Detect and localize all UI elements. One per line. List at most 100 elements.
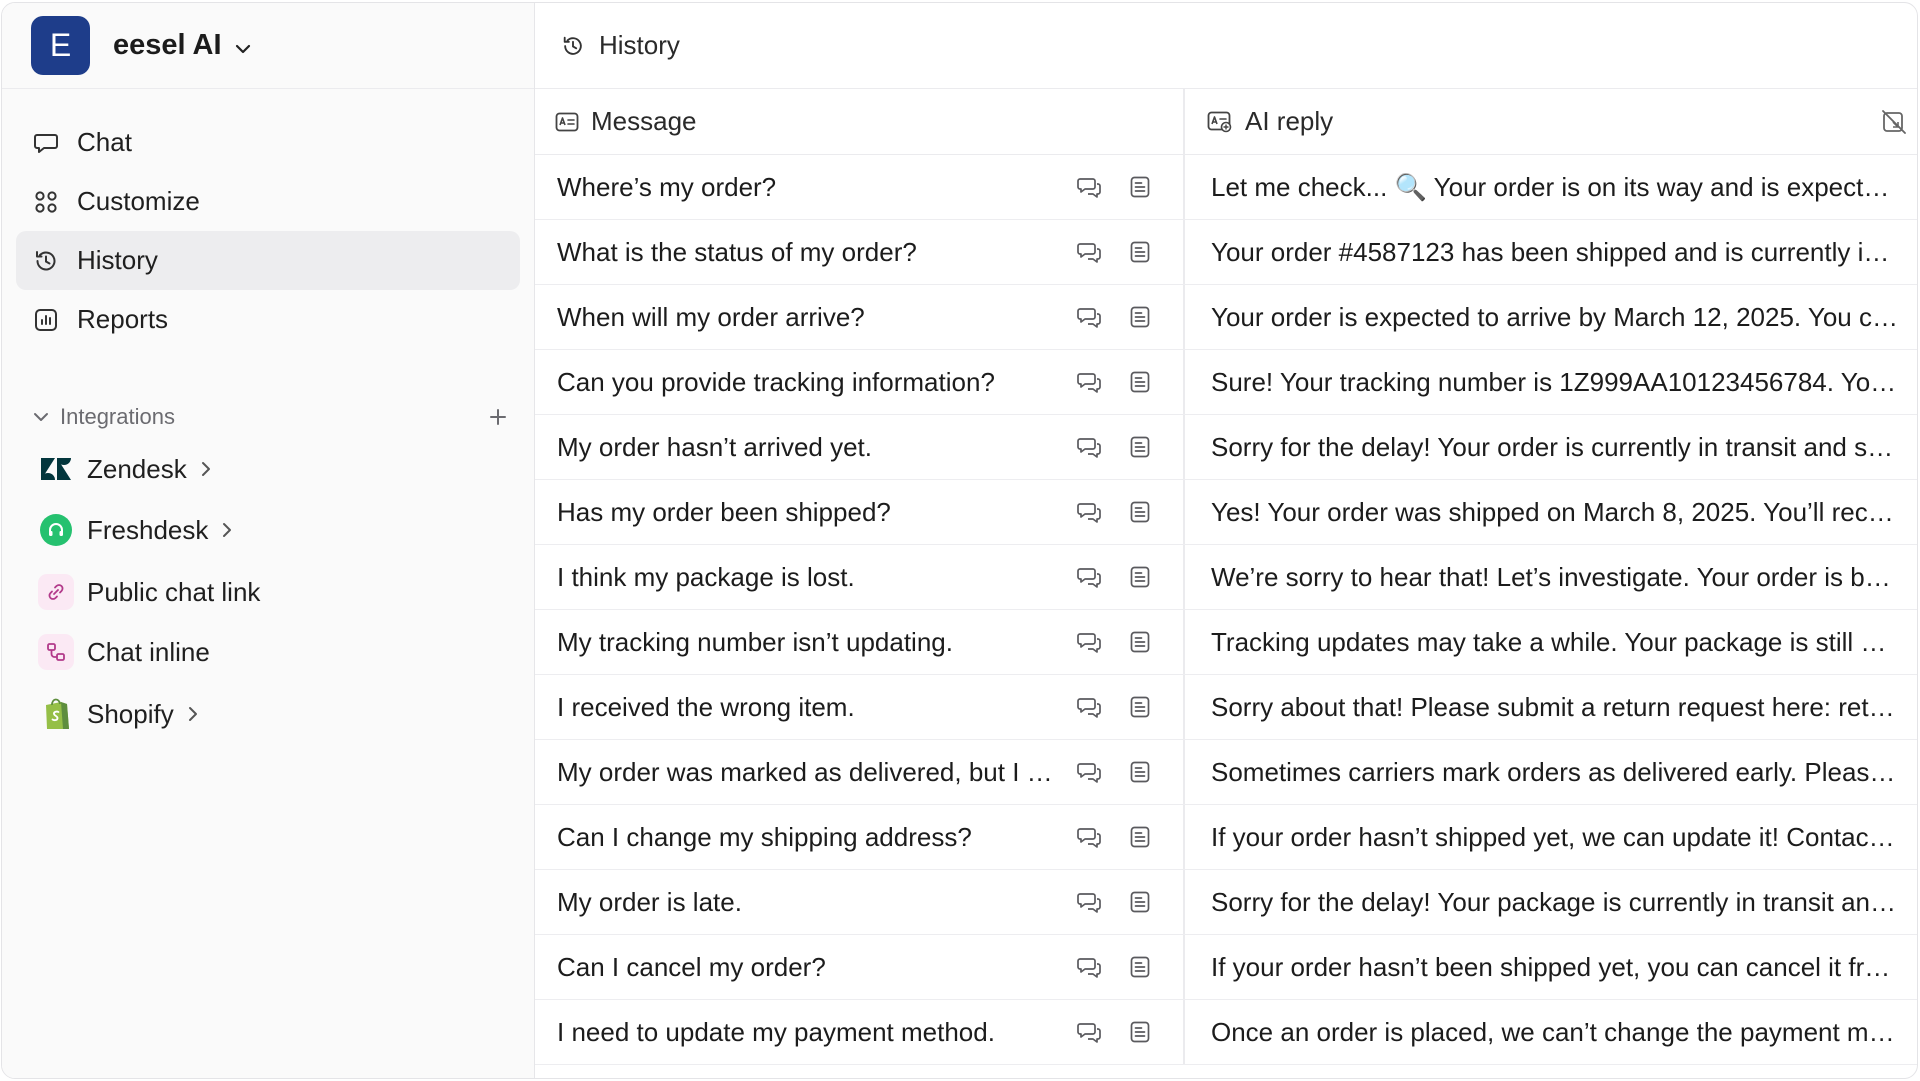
message-cell[interactable]: Can I change my shipping address? <box>535 805 1185 869</box>
conversation-icon[interactable] <box>1077 824 1103 850</box>
ai-reply-text: Sometimes carriers mark orders as delive… <box>1211 756 1899 787</box>
add-integration-icon[interactable] <box>488 407 508 427</box>
conversation-icon[interactable] <box>1077 369 1103 395</box>
integration-freshdesk[interactable]: Freshdesk <box>38 507 232 553</box>
column-header-ai-reply[interactable]: AI reply <box>1185 89 1917 154</box>
ai-reply-text: Sorry for the delay! Your order is curre… <box>1211 431 1899 462</box>
row-actions <box>1077 954 1153 980</box>
page-header: History <box>535 3 1917 89</box>
nav-item-history[interactable]: History <box>16 231 520 290</box>
message-text: Has my order been shipped? <box>557 496 891 527</box>
message-text: I received the wrong item. <box>557 691 855 722</box>
ai-reply-cell[interactable]: Sorry for the delay! Your package is cur… <box>1185 870 1917 934</box>
integrations-section-header[interactable]: Integrations <box>32 399 508 435</box>
ai-reply-cell[interactable]: If your order hasn’t been shipped yet, y… <box>1185 935 1917 999</box>
table-row[interactable]: My order is late. Sorry for the delay! Y… <box>535 870 1917 935</box>
table-row[interactable]: My order hasn’t arrived yet. Sorry for t… <box>535 415 1917 480</box>
message-cell[interactable]: What is the status of my order? <box>535 220 1185 284</box>
ticket-details-icon[interactable] <box>1127 239 1153 265</box>
table-row[interactable]: Can you provide tracking information? Su… <box>535 350 1917 415</box>
ai-reply-cell[interactable]: Yes! Your order was shipped on March 8, … <box>1185 480 1917 544</box>
integration-shopify[interactable]: Shopify <box>38 691 198 737</box>
ticket-details-icon[interactable] <box>1127 954 1153 980</box>
ticket-details-icon[interactable] <box>1127 304 1153 330</box>
ticket-details-icon[interactable] <box>1127 824 1153 850</box>
ticket-details-icon[interactable] <box>1127 1019 1153 1045</box>
conversation-icon[interactable] <box>1077 239 1103 265</box>
message-cell[interactable]: Where’s my order? <box>535 155 1185 219</box>
nav-item-reports[interactable]: Reports <box>16 290 520 349</box>
message-cell[interactable]: I need to update my payment method. <box>535 1000 1185 1064</box>
table-row[interactable]: Has my order been shipped? Yes! Your ord… <box>535 480 1917 545</box>
nav-item-customize[interactable]: Customize <box>16 172 520 231</box>
ai-reply-cell[interactable]: Sorry for the delay! Your order is curre… <box>1185 415 1917 479</box>
ai-reply-cell[interactable]: Tracking updates may take a while. Your … <box>1185 610 1917 674</box>
table-row[interactable]: I received the wrong item. Sorry about t… <box>535 675 1917 740</box>
ticket-details-icon[interactable] <box>1127 369 1153 395</box>
conversation-icon[interactable] <box>1077 954 1103 980</box>
conversation-icon[interactable] <box>1077 434 1103 460</box>
ai-reply-cell[interactable]: Your order is expected to arrive by Marc… <box>1185 285 1917 349</box>
integration-zendesk[interactable]: Zendesk <box>38 446 211 492</box>
table-row[interactable]: When will my order arrive? Your order is… <box>535 285 1917 350</box>
conversation-icon[interactable] <box>1077 629 1103 655</box>
conversation-icon[interactable] <box>1077 889 1103 915</box>
ai-reply-cell[interactable]: Once an order is placed, we can’t change… <box>1185 1000 1917 1064</box>
table-row[interactable]: My order was marked as delivered, but I … <box>535 740 1917 805</box>
hide-column-icon[interactable] <box>1881 109 1907 135</box>
ticket-details-icon[interactable] <box>1127 174 1153 200</box>
table-row[interactable]: What is the status of my order? Your ord… <box>535 220 1917 285</box>
integration-public-chat-link[interactable]: Public chat link <box>38 569 260 615</box>
message-cell[interactable]: Can I cancel my order? <box>535 935 1185 999</box>
conversation-icon[interactable] <box>1077 759 1103 785</box>
ai-reply-cell[interactable]: Sorry about that! Please submit a return… <box>1185 675 1917 739</box>
ai-reply-cell[interactable]: Sure! Your tracking number is 1Z999AA101… <box>1185 350 1917 414</box>
conversation-icon[interactable] <box>1077 694 1103 720</box>
ticket-details-icon[interactable] <box>1127 434 1153 460</box>
ai-reply-cell[interactable]: We’re sorry to hear that! Let’s investig… <box>1185 545 1917 609</box>
message-cell[interactable]: When will my order arrive? <box>535 285 1185 349</box>
ticket-details-icon[interactable] <box>1127 759 1153 785</box>
ai-reply-cell[interactable]: If your order hasn’t shipped yet, we can… <box>1185 805 1917 869</box>
table-row[interactable]: Can I cancel my order? If your order has… <box>535 935 1917 1000</box>
message-text: Can I cancel my order? <box>557 951 826 982</box>
column-header-message[interactable]: Message <box>535 89 1185 154</box>
message-cell[interactable]: I received the wrong item. <box>535 675 1185 739</box>
message-cell[interactable]: Can you provide tracking information? <box>535 350 1185 414</box>
history-icon <box>561 34 585 58</box>
ai-reply-cell[interactable]: Your order #4587123 has been shipped and… <box>1185 220 1917 284</box>
conversation-icon[interactable] <box>1077 1019 1103 1045</box>
row-actions <box>1077 499 1153 525</box>
message-cell[interactable]: Has my order been shipped? <box>535 480 1185 544</box>
ticket-details-icon[interactable] <box>1127 564 1153 590</box>
message-cell[interactable]: My order was marked as delivered, but I … <box>535 740 1185 804</box>
message-cell[interactable]: My order is late. <box>535 870 1185 934</box>
ai-reply-text: Let me check... 🔍 Your order is on its w… <box>1211 171 1899 202</box>
nav-item-chat[interactable]: Chat <box>16 113 520 172</box>
integration-label: Public chat link <box>87 576 261 607</box>
ticket-details-icon[interactable] <box>1127 629 1153 655</box>
workspace-switcher[interactable]: E eesel AI <box>2 3 534 89</box>
message-cell[interactable]: My tracking number isn’t updating. <box>535 610 1185 674</box>
conversation-icon[interactable] <box>1077 564 1103 590</box>
ai-reply-text: We’re sorry to hear that! Let’s investig… <box>1211 561 1899 592</box>
conversation-icon[interactable] <box>1077 499 1103 525</box>
table-row[interactable]: I think my package is lost. We’re sorry … <box>535 545 1917 610</box>
ticket-details-icon[interactable] <box>1127 694 1153 720</box>
message-cell[interactable]: My order hasn’t arrived yet. <box>535 415 1185 479</box>
ticket-details-icon[interactable] <box>1127 889 1153 915</box>
conversation-icon[interactable] <box>1077 174 1103 200</box>
message-cell[interactable]: I think my package is lost. <box>535 545 1185 609</box>
table-row[interactable]: I need to update my payment method. Once… <box>535 1000 1917 1065</box>
sidebar: E eesel AI Chat Customize History Report… <box>2 3 535 1078</box>
ai-reply-cell[interactable]: Let me check... 🔍 Your order is on its w… <box>1185 155 1917 219</box>
table-row[interactable]: Can I change my shipping address? If you… <box>535 805 1917 870</box>
ai-reply-cell[interactable]: Sometimes carriers mark orders as delive… <box>1185 740 1917 804</box>
integration-label: Shopify <box>87 698 174 729</box>
ticket-details-icon[interactable] <box>1127 499 1153 525</box>
integration-chat-inline[interactable]: Chat inline <box>38 629 210 675</box>
link-icon <box>38 574 74 610</box>
conversation-icon[interactable] <box>1077 304 1103 330</box>
table-row[interactable]: My tracking number isn’t updating. Track… <box>535 610 1917 675</box>
table-row[interactable]: Where’s my order? Let me check... 🔍 Your… <box>535 155 1917 220</box>
